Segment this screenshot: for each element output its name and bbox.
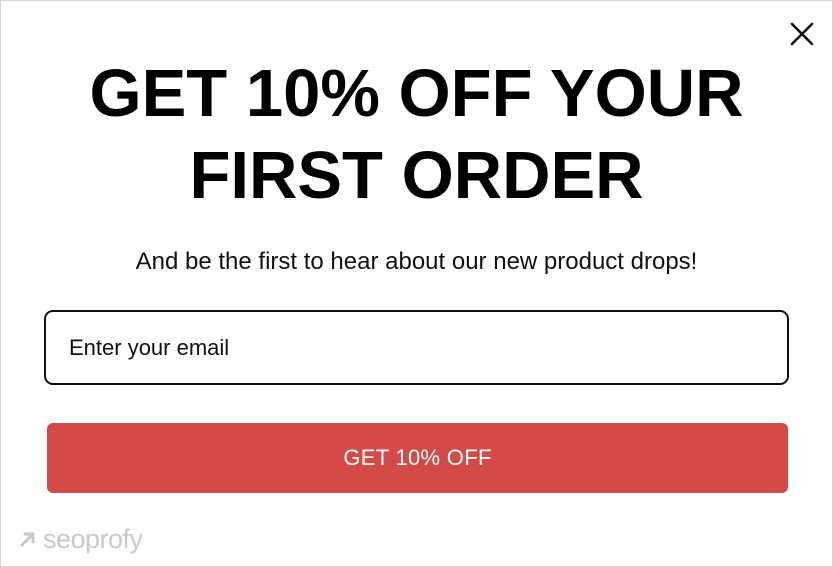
subheadline: And be the first to hear about our new p…: [135, 248, 698, 275]
watermark-text: seoprofy: [43, 523, 143, 554]
close-button[interactable]: [788, 20, 816, 48]
signup-popup: GET 10% OFF YOUR FIRST ORDER And be the …: [0, 0, 833, 567]
watermark: seoprofy: [19, 523, 143, 555]
headline-line-2: FIRST ORDER: [189, 138, 644, 213]
get-discount-button[interactable]: GET 10% OFF: [47, 423, 788, 493]
email-field-wrapper: [44, 310, 789, 385]
arrow-up-right-icon: [20, 532, 35, 547]
headline-line-1: GET 10% OFF YOUR: [89, 56, 744, 131]
close-icon: [790, 22, 814, 46]
headline: GET 10% OFF YOUR FIRST ORDER: [1, 53, 832, 217]
email-input[interactable]: [46, 312, 787, 383]
